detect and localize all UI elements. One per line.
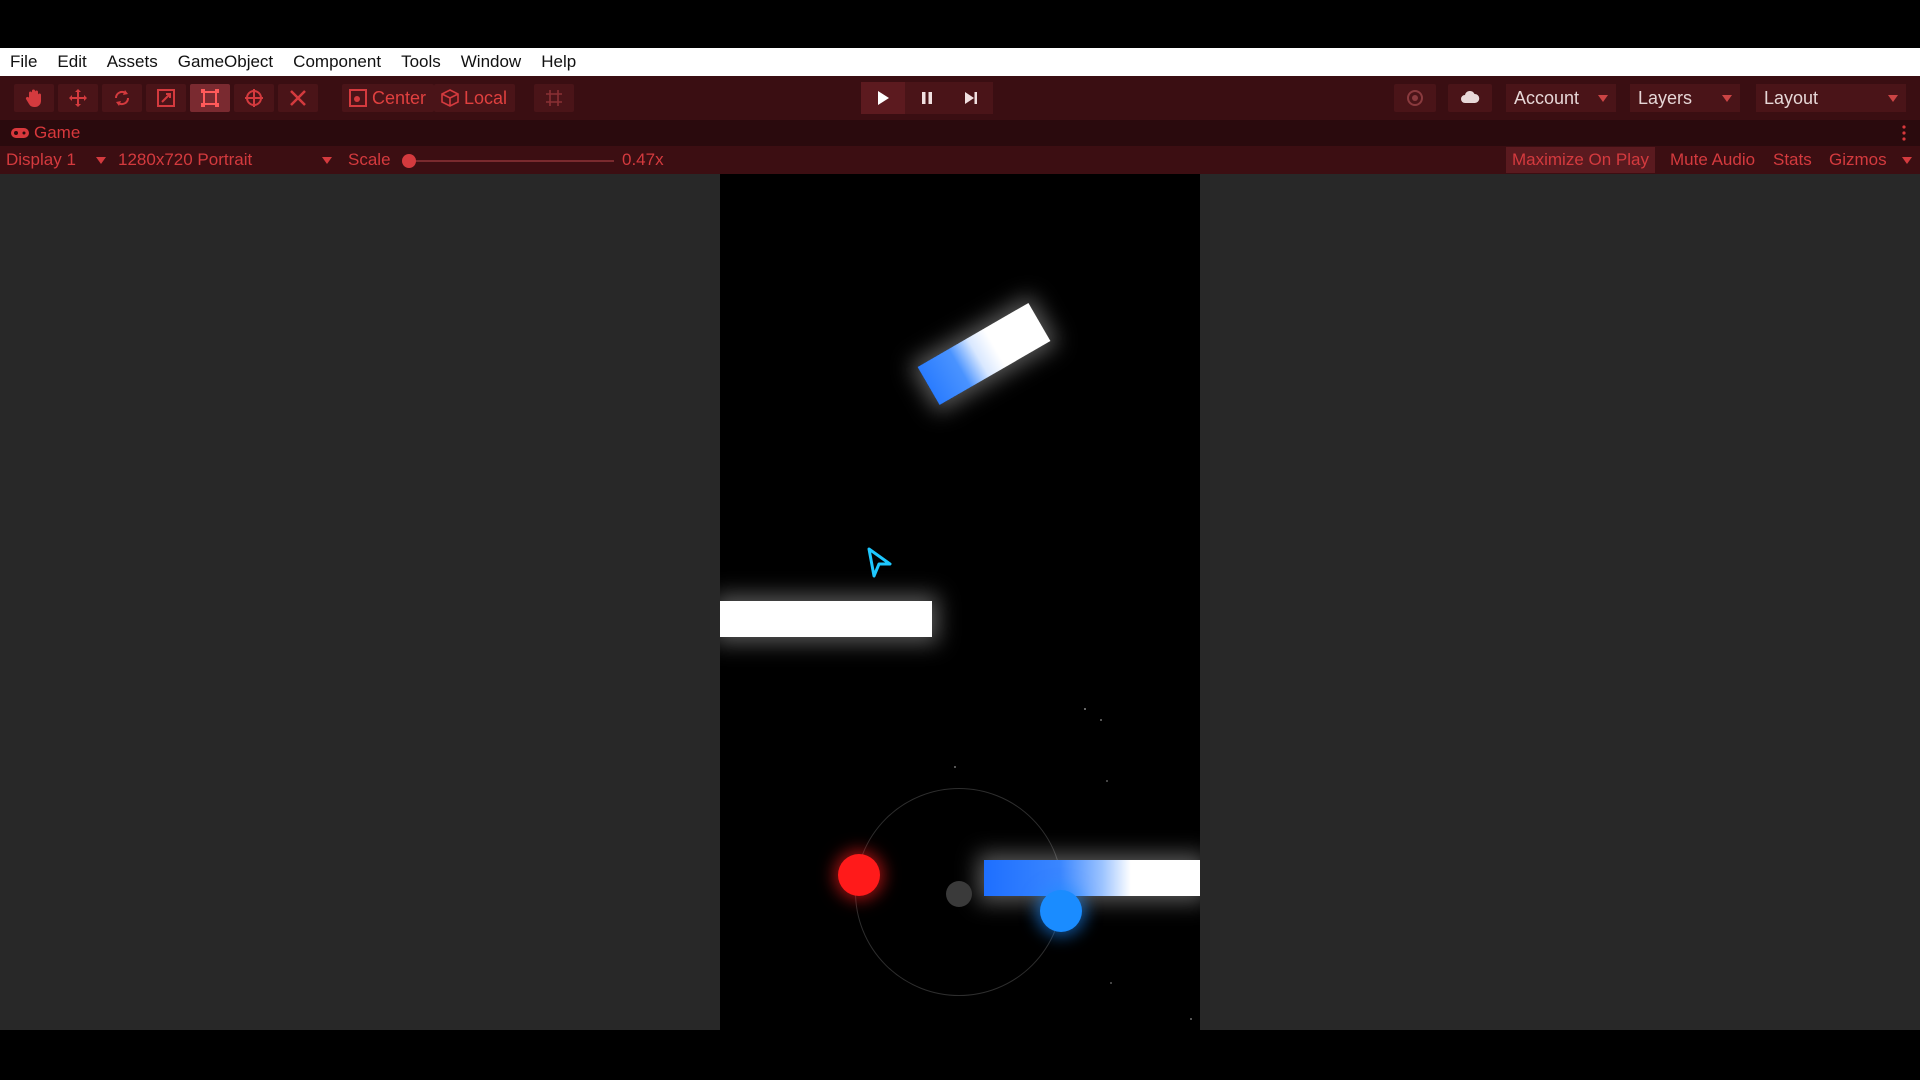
chevron-down-icon xyxy=(96,157,106,164)
step-icon xyxy=(965,92,977,104)
gamepad-icon xyxy=(11,128,29,138)
pause-button[interactable] xyxy=(905,82,949,114)
pivot-center-icon xyxy=(349,89,367,107)
cursor-arrow-icon xyxy=(867,547,892,578)
scale-value: 0.47x xyxy=(622,150,664,169)
move-icon xyxy=(69,89,87,107)
layout-dropdown[interactable]: Layout xyxy=(1756,84,1906,112)
menu-file[interactable]: File xyxy=(0,48,47,76)
rotate-icon xyxy=(114,90,130,106)
menu-tools[interactable]: Tools xyxy=(391,48,451,76)
mute-audio-toggle[interactable]: Mute Audio xyxy=(1670,150,1755,170)
pivot-label: Center xyxy=(372,87,427,108)
local-cube-icon xyxy=(441,89,459,107)
transform-icon xyxy=(245,89,263,107)
platform-blue-splatter xyxy=(984,860,1200,896)
move-tool-button[interactable] xyxy=(58,84,98,112)
scale-slider-track[interactable] xyxy=(408,160,614,162)
particle xyxy=(1084,708,1086,710)
layout-label: Layout xyxy=(1764,87,1819,108)
game-viewport[interactable] xyxy=(720,174,1200,1030)
scale-icon xyxy=(157,89,175,107)
maximize-on-play-toggle[interactable]: Maximize On Play xyxy=(1506,147,1655,173)
pause-icon xyxy=(922,92,932,104)
hand-tool-button[interactable] xyxy=(14,84,54,112)
letterbox-right xyxy=(1200,174,1920,1030)
collab-icon xyxy=(1407,90,1423,106)
particle xyxy=(1106,780,1108,782)
hand-icon xyxy=(25,89,41,107)
menu-edit[interactable]: Edit xyxy=(47,48,96,76)
chevron-down-icon xyxy=(1598,95,1608,102)
scale-tool-button[interactable] xyxy=(146,84,186,112)
resolution-dropdown[interactable]: 1280x720 Portrait xyxy=(118,150,252,170)
menu-help[interactable]: Help xyxy=(531,48,586,76)
display-dropdown[interactable]: Display 1 xyxy=(6,150,76,170)
space-label: Local xyxy=(464,87,508,108)
rect-transform-icon xyxy=(201,89,219,107)
menu-assets[interactable]: Assets xyxy=(97,48,168,76)
account-label: Account xyxy=(1514,87,1580,108)
chevron-down-icon[interactable] xyxy=(1902,157,1912,164)
cloud-button[interactable] xyxy=(1448,84,1492,112)
maximize-label: Maximize On Play xyxy=(1512,150,1649,169)
menu-component[interactable]: Component xyxy=(283,48,391,76)
game-tab[interactable]: Game xyxy=(34,123,80,143)
chevron-down-icon xyxy=(322,157,332,164)
play-button[interactable] xyxy=(861,82,905,114)
chevron-down-icon xyxy=(1888,95,1898,102)
menu-bar: File Edit Assets GameObject Component To… xyxy=(0,48,1920,76)
particle xyxy=(1100,719,1102,721)
pivot-center-orb xyxy=(946,881,972,907)
space-toggle[interactable]: Local xyxy=(434,84,516,112)
account-dropdown[interactable]: Account xyxy=(1506,84,1616,112)
rotate-tool-button[interactable] xyxy=(102,84,142,112)
tools-icon xyxy=(290,90,306,106)
play-icon xyxy=(878,91,889,105)
play-controls xyxy=(861,82,993,114)
particle xyxy=(1190,1018,1192,1020)
scale-label: Scale xyxy=(348,150,391,169)
game-tab-bar xyxy=(0,120,1920,146)
layers-dropdown[interactable]: Layers xyxy=(1630,84,1740,112)
particle xyxy=(1110,982,1112,984)
more-options-icon[interactable] xyxy=(1902,124,1906,142)
rotating-platform xyxy=(917,302,1051,406)
letterbox-left xyxy=(0,174,720,1030)
scale-slider-handle[interactable] xyxy=(402,154,416,168)
custom-tool-button[interactable] xyxy=(278,84,318,112)
layers-label: Layers xyxy=(1638,87,1693,108)
player-red-orb xyxy=(838,854,880,896)
pivot-toggle[interactable]: Center xyxy=(342,84,435,112)
cloud-icon xyxy=(1461,90,1480,103)
gizmos-toggle[interactable]: Gizmos xyxy=(1829,150,1887,170)
platform-white xyxy=(720,601,932,637)
player-blue-orb xyxy=(1040,890,1082,932)
particle xyxy=(954,766,956,768)
transform-tool-button[interactable] xyxy=(234,84,274,112)
rect-tool-button[interactable] xyxy=(190,84,230,112)
menu-gameobject[interactable]: GameObject xyxy=(168,48,283,76)
grid-snap-button[interactable] xyxy=(534,84,574,112)
collab-button[interactable] xyxy=(1394,84,1436,112)
step-button[interactable] xyxy=(949,82,993,114)
menu-window[interactable]: Window xyxy=(451,48,531,76)
stats-toggle[interactable]: Stats xyxy=(1773,150,1812,170)
chevron-down-icon xyxy=(1722,95,1732,102)
grid-snap-icon xyxy=(546,90,562,106)
